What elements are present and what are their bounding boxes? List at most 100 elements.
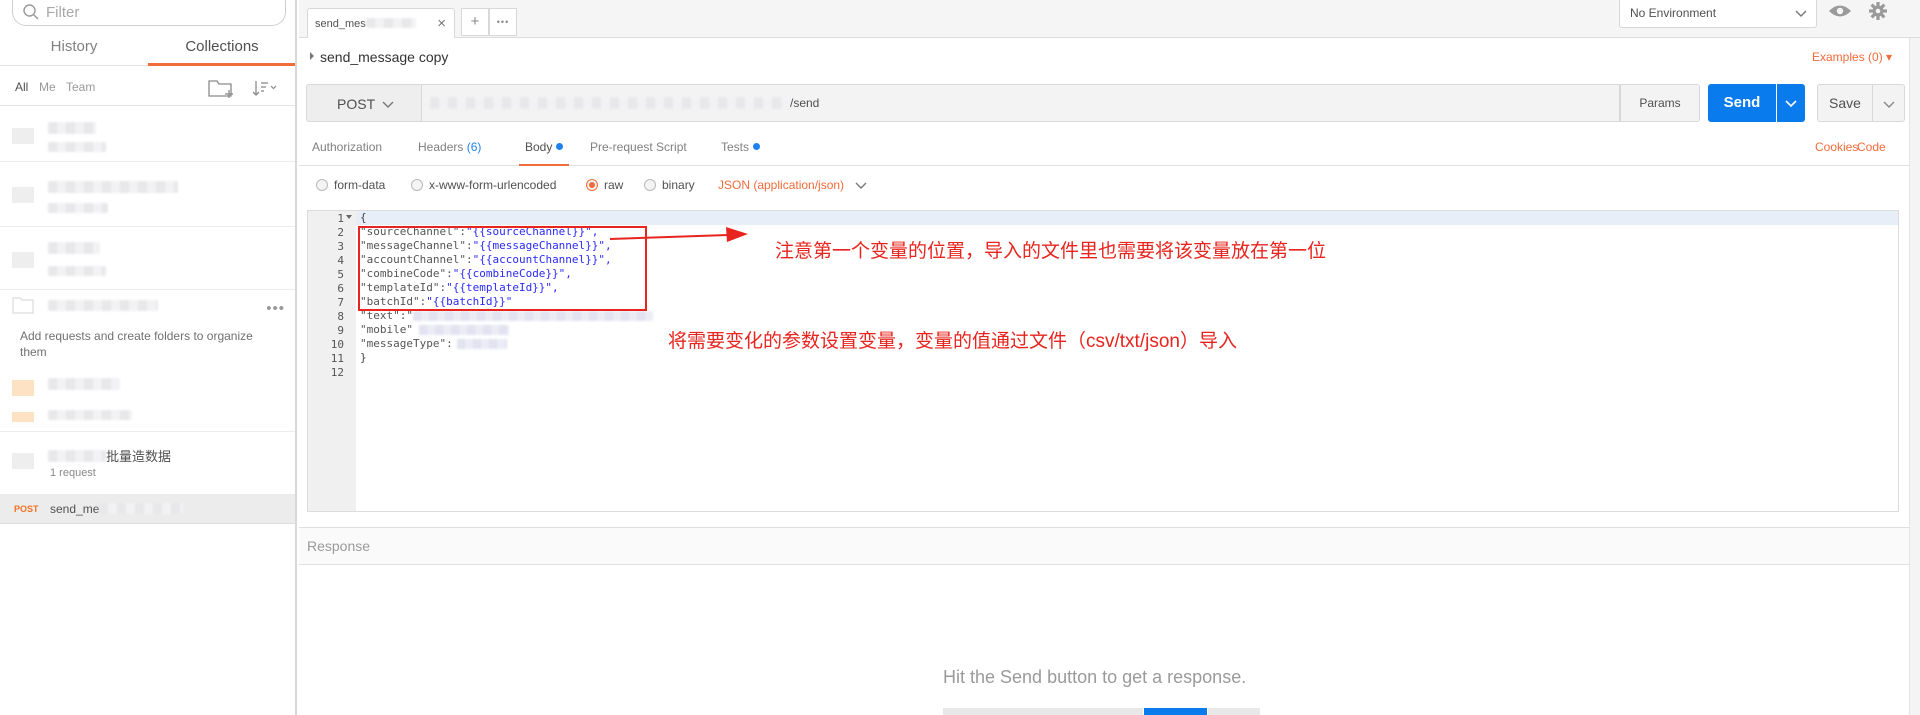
method-select[interactable]: POST	[306, 84, 422, 122]
collection-name-redacted	[48, 242, 100, 254]
folder-icon	[12, 252, 34, 268]
response-placeholder-button	[1144, 708, 1207, 715]
collection-sub-redacted	[48, 266, 106, 276]
folder-icon	[12, 128, 34, 144]
tests-label: Tests	[721, 140, 750, 154]
close-tab-icon[interactable]: ×	[437, 15, 446, 32]
collection-request-count: 1 request	[50, 467, 96, 479]
sidebar-request-item[interactable]: POST send_me	[0, 494, 295, 524]
collection-item[interactable]	[0, 370, 295, 432]
request-tabs: Authorization Headers (6) Body Pre-reque…	[299, 134, 1920, 166]
code-line: "text":"	[360, 309, 653, 323]
eye-icon[interactable]	[1825, 0, 1855, 24]
annotation-note-first-variable: 注意第一个变量的位置，导入的文件里也需要将该变量放在第一位	[775, 241, 1327, 262]
body-type-options: form-data x-www-form-urlencoded raw bina…	[316, 176, 1316, 196]
tab-body[interactable]: Body	[519, 140, 570, 166]
label-binary: binary	[662, 178, 695, 192]
collection-name-suffix: 批量造数据	[106, 449, 172, 464]
request-title: send_message copy	[320, 49, 449, 65]
tab-tests[interactable]: Tests	[721, 140, 761, 166]
collection-item[interactable]	[0, 228, 295, 290]
new-collection-icon[interactable]	[207, 77, 235, 99]
fold-arrow-icon[interactable]	[346, 215, 352, 219]
response-placeholder-bar	[943, 708, 1143, 715]
open-request-tab[interactable]: send_mes ×	[307, 8, 455, 38]
line-number-gutter: 1 2 3 4 5 6 7 8 9 10 11 12	[308, 211, 356, 511]
request-method-badge: POST	[14, 504, 39, 514]
body-label: Body	[525, 140, 553, 154]
gear-icon[interactable]	[1863, 0, 1893, 24]
filter-team[interactable]: Team	[66, 80, 95, 94]
chevron-down-icon	[1883, 101, 1895, 108]
annotation-highlight-box	[358, 226, 647, 311]
tab-options-button[interactable]: •••	[489, 8, 517, 36]
code-line: }	[360, 351, 367, 365]
request-name-text: send_me	[50, 502, 100, 516]
folder-icon	[12, 187, 34, 203]
code-key: "mobile"	[360, 323, 413, 336]
code-link[interactable]: Code	[1857, 140, 1886, 154]
line-number: 3	[337, 240, 344, 253]
content-type-select[interactable]: JSON (application/json)	[718, 178, 844, 192]
tab-headers[interactable]: Headers (6)	[418, 140, 481, 166]
line-number: 5	[337, 268, 344, 281]
code-token: {	[360, 211, 367, 224]
collection-name[interactable]: 批量造数据	[48, 446, 171, 465]
collection-item[interactable]	[0, 163, 295, 227]
send-options-button[interactable]	[1777, 84, 1805, 122]
folder-icon	[12, 380, 34, 396]
filter-all[interactable]: All	[15, 80, 28, 94]
more-options-icon[interactable]: •••	[266, 300, 285, 317]
examples-label: Examples (0)	[1812, 50, 1883, 64]
tab-collections[interactable]: Collections	[148, 32, 295, 66]
radio-urlencoded[interactable]	[411, 179, 423, 191]
save-button[interactable]: Save	[1817, 84, 1873, 122]
url-row: POST /send Params Send Save	[306, 84, 1906, 122]
radio-raw[interactable]	[586, 179, 598, 191]
collection-name-redacted	[48, 181, 178, 193]
sort-icon[interactable]	[250, 77, 280, 99]
send-button[interactable]: Send	[1708, 84, 1776, 122]
params-button[interactable]: Params	[1620, 84, 1700, 122]
environment-select[interactable]: No Environment	[1619, 0, 1817, 28]
url-suffix: /send	[790, 96, 820, 110]
radio-binary[interactable]	[644, 179, 656, 191]
search-icon	[23, 4, 39, 20]
chevron-down-icon[interactable]	[854, 178, 868, 192]
chevron-down-icon	[1785, 100, 1797, 108]
collection-name-redacted	[48, 122, 96, 134]
annotation-arrow-icon	[610, 227, 748, 242]
tab-authorization[interactable]: Authorization	[312, 140, 382, 166]
url-input[interactable]: /send	[422, 84, 1620, 122]
tab-history[interactable]: History	[0, 32, 148, 66]
line-number: 4	[337, 254, 344, 267]
chevron-down-icon	[1795, 10, 1807, 17]
line-number: 8	[337, 310, 344, 323]
collection-name-redacted	[48, 450, 106, 462]
line-number: 12	[330, 366, 344, 379]
response-placeholder-bar	[1208, 708, 1260, 715]
save-options-button[interactable]	[1873, 84, 1905, 122]
new-tab-button[interactable]: +	[461, 8, 489, 36]
code-key: "messageType":	[360, 337, 453, 350]
collection-item[interactable]	[0, 108, 295, 162]
empty-collection-hint: Add requests and create folders to organ…	[20, 329, 253, 359]
tab-prerequest-script[interactable]: Pre-request Script	[590, 140, 687, 166]
label-raw: raw	[604, 178, 624, 192]
radio-form-data[interactable]	[316, 179, 328, 191]
folder-icon	[12, 412, 34, 422]
filter-me[interactable]: Me	[39, 80, 56, 94]
code-redacted	[456, 339, 507, 349]
filter-input[interactable]	[46, 2, 266, 22]
scrollbar[interactable]	[1909, 38, 1920, 715]
code-token: }	[360, 351, 367, 364]
code-line: "messageType":	[360, 337, 507, 351]
code-line: {	[360, 211, 367, 225]
cookies-link[interactable]: Cookies	[1815, 140, 1858, 154]
request-title-row[interactable]: send_message copy	[310, 46, 1910, 68]
collection-sub-redacted	[48, 142, 106, 152]
collection-name-redacted	[48, 300, 158, 311]
examples-dropdown[interactable]: Examples (0) ▾	[1812, 50, 1892, 64]
filter-box[interactable]	[12, 0, 286, 26]
collection-item[interactable]: •••	[0, 292, 295, 318]
